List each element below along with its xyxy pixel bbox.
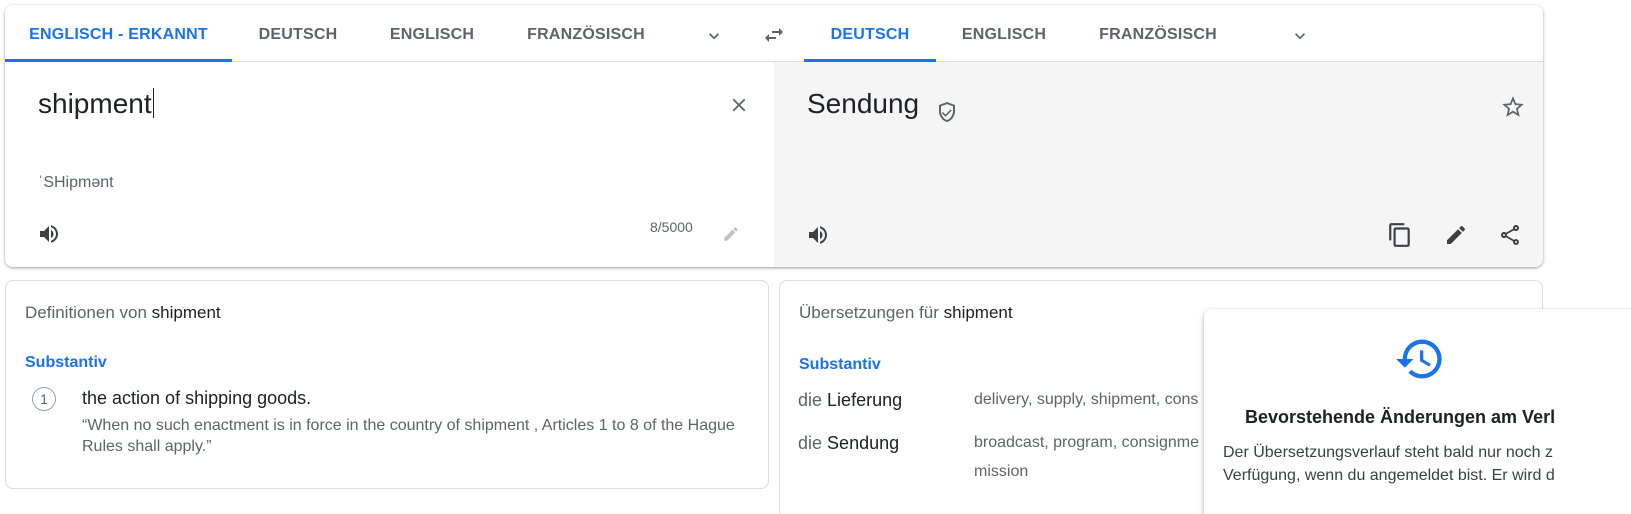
tab-target-french[interactable]: FRANZÖSISCH bbox=[1072, 5, 1244, 62]
source-text-input[interactable]: shipment bbox=[38, 88, 155, 120]
source-pane: shipment ˈSHipmənt 8/5000 bbox=[5, 62, 774, 267]
translations-heading-prefix: Übersetzungen für bbox=[799, 303, 939, 322]
translations-heading: Übersetzungen für shipment bbox=[799, 303, 1013, 323]
speaker-icon[interactable] bbox=[802, 219, 834, 251]
pencil-icon bbox=[719, 222, 743, 246]
chevron-down-icon[interactable] bbox=[1285, 21, 1315, 51]
definitions-card: Definitionen von shipment Substantiv 1 t… bbox=[5, 280, 769, 489]
definitions-part-of-speech: Substantiv bbox=[25, 354, 107, 371]
copy-icon[interactable] bbox=[1382, 217, 1418, 253]
history-popup-body-line: Verfügung, wenn du angemeldet bist. Er w… bbox=[1223, 467, 1555, 484]
definition-example: “When no such enactment is in force in t… bbox=[82, 417, 735, 455]
translation-word: Lieferung bbox=[827, 390, 903, 410]
transliteration: ˈSHipmənt bbox=[38, 174, 114, 191]
star-icon[interactable] bbox=[1497, 91, 1529, 123]
translations-heading-word: shipment bbox=[943, 303, 1013, 322]
shield-check-icon[interactable] bbox=[934, 99, 960, 125]
language-bar: ENGLISCH - ERKANNT DEUTSCH ENGLISCH FRAN… bbox=[5, 5, 1543, 62]
text-caret bbox=[152, 88, 155, 118]
translation-text: Sendung bbox=[807, 88, 920, 119]
share-icon[interactable] bbox=[1492, 217, 1528, 253]
close-icon[interactable] bbox=[723, 89, 755, 121]
target-pane: Sendung bbox=[774, 62, 1543, 267]
tab-source-english[interactable]: ENGLISCH bbox=[364, 5, 500, 62]
translation-synonyms-continued: mission bbox=[974, 463, 1029, 480]
definitions-heading-prefix: Definitionen von bbox=[25, 303, 147, 322]
swap-icon[interactable] bbox=[758, 19, 790, 51]
translation-synonyms: broadcast, program, consignme bbox=[974, 434, 1199, 451]
pencil-icon[interactable] bbox=[1438, 217, 1474, 253]
translation-synonyms: delivery, supply, shipment, cons bbox=[974, 391, 1199, 408]
chevron-down-icon[interactable] bbox=[699, 21, 729, 51]
translations-part-of-speech: Substantiv bbox=[799, 356, 881, 373]
translation-article: die bbox=[798, 390, 823, 410]
tab-target-german[interactable]: DEUTSCH bbox=[804, 5, 936, 62]
source-text: shipment bbox=[38, 88, 152, 119]
history-popup-body-line: Der Übersetzungsverlauf steht bald nur n… bbox=[1223, 444, 1553, 461]
tab-source-french[interactable]: FRANZÖSISCH bbox=[500, 5, 672, 62]
tab-source-detected[interactable]: ENGLISCH - ERKANNT bbox=[5, 5, 232, 62]
history-popup: Bevorstehende Änderungen am Verl Der Übe… bbox=[1204, 309, 1631, 514]
tab-source-german[interactable]: DEUTSCH bbox=[232, 5, 364, 62]
speaker-icon[interactable] bbox=[33, 218, 65, 250]
history-popup-title: Bevorstehende Änderungen am Verl bbox=[1245, 407, 1556, 427]
definitions-heading-word: shipment bbox=[151, 303, 221, 322]
translation-row[interactable]: die Lieferung bbox=[798, 390, 902, 411]
translator-card: ENGLISCH - ERKANNT DEUTSCH ENGLISCH FRAN… bbox=[5, 5, 1543, 267]
character-count: 8/5000 bbox=[650, 219, 693, 235]
translation-row[interactable]: die Sendung bbox=[798, 433, 899, 454]
definition-number: 1 bbox=[32, 387, 56, 411]
translation-word: Sendung bbox=[827, 433, 900, 453]
history-icon bbox=[1392, 331, 1448, 387]
definitions-heading: Definitionen von shipment bbox=[25, 303, 221, 323]
tab-target-english[interactable]: ENGLISCH bbox=[936, 5, 1072, 62]
definition-text: the action of shipping goods. bbox=[82, 388, 312, 408]
translation-article: die bbox=[798, 433, 823, 453]
history-popup-body: Der Übersetzungsverlauf steht bald nur n… bbox=[1223, 441, 1631, 487]
